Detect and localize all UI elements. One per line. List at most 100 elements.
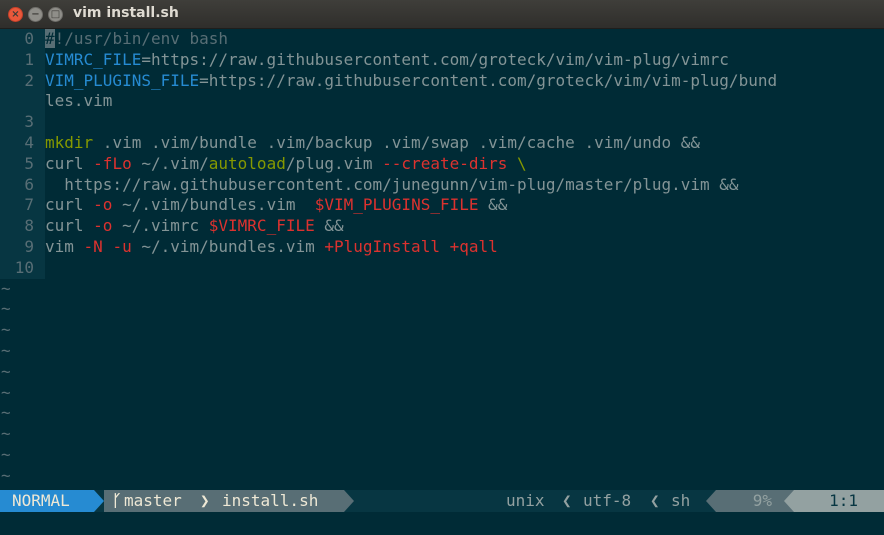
chevron-left-icon: ❮ xyxy=(562,491,572,510)
git-branch-icon: ᚴ xyxy=(112,491,122,510)
editor-buffer[interactable]: 0 #!/usr/bin/env bash 1 VIMRC_FILE=https://… xyxy=(0,29,884,490)
code-token: $VIM_PLUGINS_FILE xyxy=(314,195,479,215)
chevron-right-icon: ❯ xyxy=(200,491,210,510)
code-text: curl -o ~/.vimrc $VIMRC_FILE && xyxy=(45,216,344,237)
code-token: ~/.vimrc xyxy=(112,216,209,236)
code-token: autoload xyxy=(208,153,286,173)
code-token: les.vim xyxy=(45,91,113,111)
code-token: curl xyxy=(45,153,94,173)
code-token: https://raw.githubusercontent.com/junegu… xyxy=(45,174,739,194)
code-token: curl xyxy=(45,195,94,215)
code-text: curl -fLo ~/.vim/autoload/plug.vim --cre… xyxy=(45,154,527,175)
code-text: mkdir .vim .vim/bundle .vim/backup .vim/… xyxy=(45,133,700,154)
code-text: #!/usr/bin/env bash xyxy=(45,29,228,50)
code-line[interactable]: 10 xyxy=(0,257,884,279)
code-token: =https://raw.githubusercontent.com/grote… xyxy=(199,70,778,90)
chevron-left-icon: ❮ xyxy=(650,491,660,510)
empty-line-tilde: ~ xyxy=(1,340,11,360)
code-token: && xyxy=(478,195,508,215)
code-text: vim -N -u ~/.vim/bundles.vim +PlugInstal… xyxy=(45,237,498,258)
mode-indicator: NORMAL xyxy=(0,490,94,512)
line-number: 9 xyxy=(0,236,45,258)
maximize-window-button[interactable]: □ xyxy=(48,7,63,22)
code-line[interactable]: 0 #!/usr/bin/env bash xyxy=(0,29,884,50)
code-token: ~/.vim/bundles.vim xyxy=(112,195,315,215)
code-line[interactable]: 3 xyxy=(0,112,884,133)
segment-separator-arrow xyxy=(784,490,794,512)
code-token: ~/.vim/ xyxy=(131,153,209,173)
code-line[interactable]: 8 curl -o ~/.vimrc $VIMRC_FILE && xyxy=(0,216,884,237)
code-line[interactable]: 1 VIMRC_FILE=https://raw.githubuserconten… xyxy=(0,49,884,71)
empty-line-tilde: ~ xyxy=(1,382,11,402)
line-number: 1 xyxy=(0,49,45,71)
code-token: -fLo xyxy=(93,153,132,173)
code-token: curl xyxy=(45,216,94,236)
empty-line-tilde: ~ xyxy=(1,278,11,298)
scroll-percent: 9% xyxy=(716,490,794,512)
code-token: VIM_PLUGINS_FILE xyxy=(45,70,200,90)
code-text: les.vim xyxy=(45,91,112,112)
line-number: 7 xyxy=(0,195,45,217)
empty-line-tilde: ~ xyxy=(1,299,11,319)
empty-line-tilde: ~ xyxy=(1,465,11,485)
file-name: install.sh xyxy=(222,491,319,510)
code-token: && xyxy=(314,216,344,236)
empty-line-tilde: ~ xyxy=(1,424,11,444)
code-token: mkdir xyxy=(45,132,94,152)
code-token: --create-dirs xyxy=(382,153,508,173)
code-text: VIMRC_FILE=https://raw.githubusercontent… xyxy=(45,50,729,71)
code-token: vim xyxy=(45,236,84,256)
window-title: vim install.sh xyxy=(73,5,179,21)
cursor-position: 1:1 xyxy=(794,490,884,512)
code-text: VIM_PLUGINS_FILE=https://raw.githubuserc… xyxy=(45,71,777,92)
segment-separator-arrow xyxy=(706,490,716,512)
code-line[interactable]: 2 VIM_PLUGINS_FILE=https://raw.githubuser… xyxy=(0,70,884,92)
line-number: 0 xyxy=(0,29,45,50)
code-line[interactable]: 6 https://raw.githubusercontent.com/june… xyxy=(0,174,884,196)
code-token: VIMRC_FILE xyxy=(45,49,142,69)
empty-line-tilde: ~ xyxy=(1,403,11,423)
code-token: ~/.vim/bundles.vim xyxy=(131,236,325,256)
code-line[interactable]: 7 curl -o ~/.vim/bundles.vim $VIM_PLUGINS… xyxy=(0,195,884,217)
code-token: -u xyxy=(112,236,132,256)
code-line[interactable]: 4 mkdir .vim .vim/bundle .vim/backup .vim… xyxy=(0,132,884,154)
branch-file-segment: ᚴ master ❯ install.sh xyxy=(104,490,344,512)
code-token: +PlugInstall xyxy=(324,236,440,256)
close-window-button[interactable]: × xyxy=(8,7,23,22)
minimize-window-button[interactable]: − xyxy=(28,7,43,22)
segment-separator-arrow xyxy=(344,490,354,512)
command-line[interactable] xyxy=(0,512,884,535)
line-number: 8 xyxy=(0,216,45,237)
code-token: -o xyxy=(93,216,113,236)
line-number: 10 xyxy=(0,257,45,279)
code-token: \ xyxy=(507,153,527,173)
mode-separator-arrow xyxy=(94,490,104,512)
empty-line-tilde: ~ xyxy=(1,361,11,381)
code-token: =https://raw.githubusercontent.com/grote… xyxy=(141,49,729,69)
code-token: !/usr/bin/env bash xyxy=(54,29,229,48)
line-number: 3 xyxy=(0,112,45,133)
code-token: -o xyxy=(93,195,113,215)
line-number: 5 xyxy=(0,153,45,175)
empty-line-tilde: ~ xyxy=(1,444,11,464)
code-text: curl -o ~/.vim/bundles.vim $VIM_PLUGINS_… xyxy=(45,195,507,216)
code-text: https://raw.githubusercontent.com/junegu… xyxy=(45,174,739,196)
line-number: 4 xyxy=(0,132,45,154)
code-token: /plug.vim xyxy=(285,153,383,173)
vim-statusline: NORMAL ᚴ master ❯ install.sh unix ❮ utf-… xyxy=(0,490,884,512)
text-cursor: # xyxy=(45,29,55,48)
code-token: -N xyxy=(83,236,103,256)
code-token: +qall xyxy=(449,236,498,256)
code-line[interactable]: 9 vim -N -u ~/.vim/bundles.vim +PlugInsta… xyxy=(0,236,884,258)
empty-line-tilde: ~ xyxy=(1,320,11,340)
line-number xyxy=(0,91,45,113)
code-line[interactable]: 5 curl -fLo ~/.vim/autoload/plug.vim --cr… xyxy=(0,153,884,175)
window-titlebar: × − □ vim install.sh xyxy=(0,0,884,29)
code-line[interactable]: les.vim xyxy=(0,91,884,113)
file-format: unix xyxy=(506,491,545,510)
code-token: .vim .vim/bundle .vim/backup .vim/swap .… xyxy=(93,132,701,152)
git-branch-name: master xyxy=(124,491,182,510)
code-token: $VIMRC_FILE xyxy=(208,216,315,236)
